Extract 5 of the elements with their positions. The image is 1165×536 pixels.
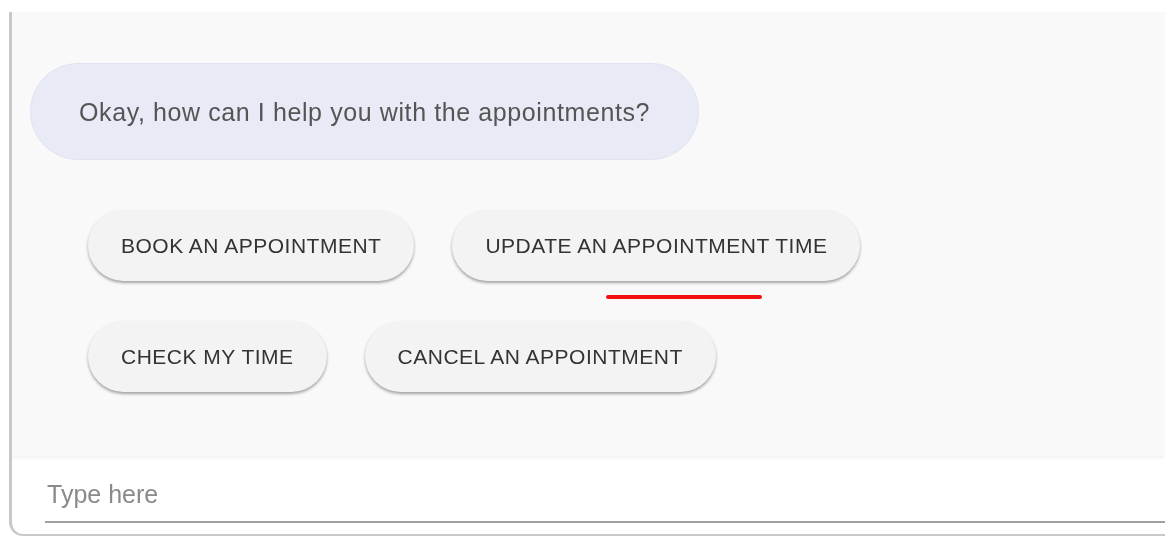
- suggestion-chip[interactable]: CANCEL AN APPOINTMENT: [364, 321, 716, 392]
- suggestion-chip[interactable]: UPDATE AN APPOINTMENT TIME: [452, 210, 861, 281]
- suggestion-chip[interactable]: CHECK MY TIME: [88, 321, 327, 392]
- message-bubble: Okay, how can I help you with the appointments?: [30, 63, 700, 160]
- suggestion-chip[interactable]: BOOK AN APPOINTMENT: [88, 210, 415, 281]
